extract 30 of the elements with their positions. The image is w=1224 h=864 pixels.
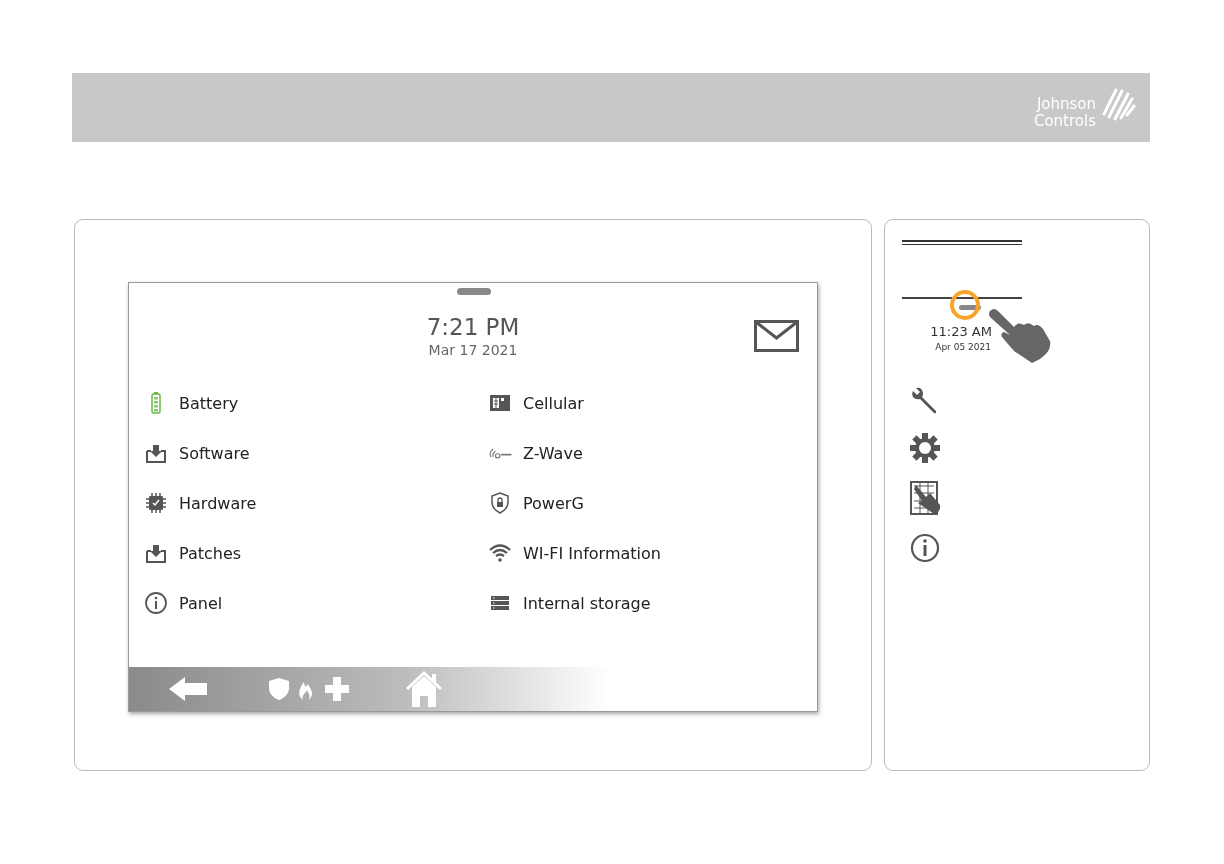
plus-icon[interactable]	[325, 677, 349, 701]
menu-item[interactable]: PowerG	[488, 491, 817, 515]
menu-item[interactable]: Patches	[144, 541, 488, 565]
info-icon	[910, 533, 941, 563]
gear-icon	[910, 433, 941, 463]
menu-item[interactable]: Panel	[144, 591, 488, 615]
menu-item[interactable]: WI-FI Information	[488, 541, 817, 565]
clock-date: Mar 17 2021	[428, 341, 518, 359]
menu-item[interactable]: Internal storage	[488, 591, 817, 615]
wireless-icon	[488, 447, 512, 459]
shield-icon	[488, 491, 512, 515]
menu-item[interactable]: Z-Wave	[488, 441, 817, 465]
menu-item[interactable]: Software	[144, 441, 488, 465]
shield-icon[interactable]	[269, 678, 289, 700]
home-icon[interactable]	[405, 671, 443, 707]
chip-icon	[144, 491, 168, 515]
menu-item[interactable]: Hardware	[144, 491, 488, 515]
wifi-icon	[488, 541, 512, 565]
pull-handle[interactable]	[457, 288, 491, 295]
mail-icon[interactable]	[754, 320, 799, 352]
info-icon	[144, 591, 168, 615]
clock-time: 11:23 AM	[930, 324, 992, 339]
highlight-circle	[950, 290, 981, 320]
clock-time: 7:21 PM	[426, 313, 520, 341]
clock-date: Apr 05 2021	[935, 342, 991, 352]
wrench-icon	[910, 387, 939, 415]
back-arrow-icon[interactable]	[169, 677, 207, 701]
menu-item[interactable]: Cellular	[488, 391, 817, 415]
menu-item[interactable]: Battery	[144, 391, 488, 415]
touchscreen-icon	[910, 481, 943, 515]
